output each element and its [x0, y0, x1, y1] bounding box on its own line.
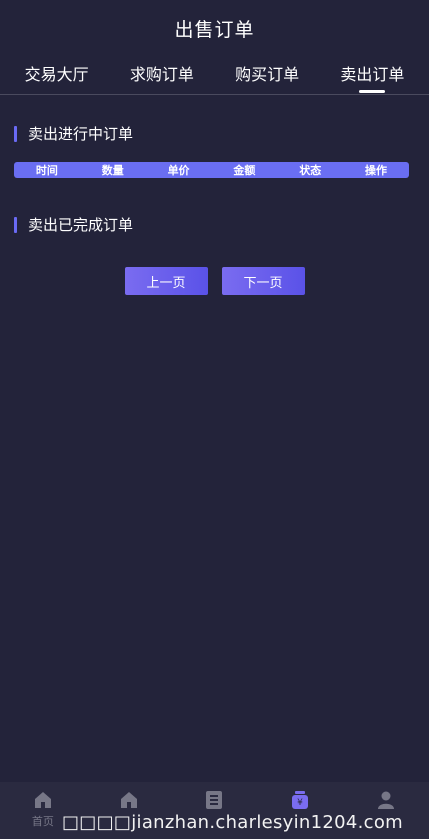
column-header-quantity: 数量 — [101, 164, 124, 177]
nav-item-profile[interactable] — [356, 790, 416, 813]
tab-purchase-orders[interactable]: 购买订单 — [235, 61, 299, 89]
ongoing-orders-title: 卖出进行中订单 — [28, 125, 134, 143]
pagination: 上一页 下一页 — [0, 267, 429, 295]
user-icon — [376, 790, 396, 810]
page-title: 出售订单 — [174, 18, 255, 41]
nav-label: 首页 — [31, 815, 54, 828]
document-icon — [204, 790, 224, 810]
column-header-amount: 金额 — [233, 164, 256, 177]
store-icon — [119, 790, 139, 810]
nav-item-wallet[interactable]: ¥ — [270, 790, 330, 813]
column-header-action: 操作 — [365, 164, 388, 177]
tab-trading-hall[interactable]: 交易大厅 — [25, 61, 89, 89]
completed-orders-section: 卖出已完成订单 — [14, 214, 429, 235]
tab-sell-orders[interactable]: 卖出订单 — [340, 61, 404, 89]
watermark-text: □□□□jianzhan.charlesyin1204.com — [62, 812, 404, 833]
order-tabs: 交易大厅 求购订单 购买订单 卖出订单 — [0, 56, 429, 95]
column-header-unit-price: 单价 — [167, 164, 190, 177]
app-header: 出售订单 — [0, 0, 429, 56]
wallet-icon: ¥ — [290, 790, 310, 810]
tab-buy-requests[interactable]: 求购订单 — [130, 61, 194, 89]
column-header-time: 时间 — [35, 164, 58, 177]
nav-item-store[interactable] — [99, 790, 159, 813]
prev-page-button[interactable]: 上一页 — [124, 267, 208, 295]
orders-table-header: 时间 数量 单价 金额 状态 操作 — [14, 162, 409, 178]
nav-item-document[interactable] — [184, 790, 244, 813]
svg-text:¥: ¥ — [297, 798, 303, 808]
next-page-button[interactable]: 下一页 — [221, 267, 305, 295]
section-marker — [14, 125, 17, 142]
house-icon — [33, 790, 53, 810]
section-marker — [14, 216, 17, 233]
completed-orders-title: 卖出已完成订单 — [28, 216, 134, 234]
ongoing-orders-section: 卖出进行中订单 — [14, 123, 429, 144]
column-header-status: 状态 — [299, 164, 322, 177]
